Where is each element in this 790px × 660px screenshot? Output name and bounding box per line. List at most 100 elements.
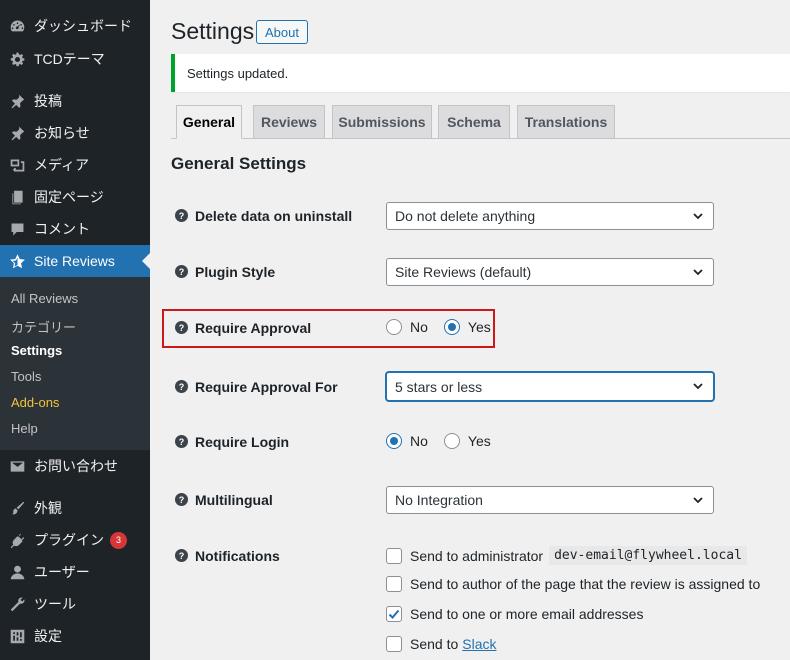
sidebar-item-tools[interactable]: ツール	[0, 588, 150, 620]
sidebar-item-label: ユーザー	[34, 564, 90, 580]
main-content: Settings About Settings updated. General…	[150, 0, 790, 660]
mail-icon	[8, 457, 26, 475]
gear-icon	[8, 50, 26, 68]
admin-sidebar: ダッシュボード TCDテーマ 投稿 お知らせ メディア 固定ページ コメント S…	[0, 0, 150, 660]
select-value: Site Reviews (default)	[395, 264, 532, 280]
setting-label: Multilingual	[195, 492, 273, 508]
help-icon[interactable]: ?	[175, 549, 188, 562]
require-login-radios: No Yes	[386, 433, 507, 449]
checkbox-label: Send to administrator	[410, 547, 544, 564]
radio-label: No	[410, 433, 428, 449]
sidebar-item-label: 設定	[34, 628, 62, 644]
slack-link[interactable]: Slack	[462, 636, 496, 652]
sidebar-item-label: 外観	[34, 500, 62, 516]
require-login-no-radio[interactable]	[386, 433, 402, 449]
comment-icon	[8, 220, 26, 238]
require-approval-radios: No Yes	[386, 319, 507, 335]
sidebar-item-plugins[interactable]: プラグイン 3	[0, 524, 150, 556]
sidebar-item-label: コメント	[34, 221, 90, 237]
site-reviews-submenu: All Reviews カテゴリー Settings Tools Add-ons…	[0, 277, 150, 450]
sidebar-item-media[interactable]: メディア	[0, 149, 150, 181]
pin-icon	[8, 92, 26, 110]
settings-icon	[8, 627, 26, 645]
settings-tabs: General Reviews Submissions Schema Trans…	[171, 105, 790, 139]
submenu-tools[interactable]: Tools	[11, 369, 41, 384]
notify-admin-checkbox[interactable]	[386, 547, 402, 564]
sidebar-item-label: ツール	[34, 596, 76, 612]
about-button[interactable]: About	[256, 20, 308, 44]
notify-author-checkbox[interactable]	[386, 576, 402, 592]
checkbox-label: Send to one or more email addresses	[410, 606, 644, 622]
sidebar-item-tcd-theme[interactable]: TCDテーマ	[0, 43, 150, 75]
tab-reviews[interactable]: Reviews	[253, 105, 325, 139]
setting-label: Require Approval For	[195, 379, 338, 395]
submenu-add-ons[interactable]: Add-ons	[11, 395, 59, 410]
submenu-help[interactable]: Help	[11, 421, 38, 436]
chevron-down-icon	[693, 497, 703, 504]
select-value: 5 stars or less	[395, 378, 483, 395]
help-icon[interactable]: ?	[175, 435, 188, 448]
chevron-down-icon	[693, 383, 703, 390]
plugin-icon	[8, 531, 26, 549]
help-icon[interactable]: ?	[175, 209, 188, 222]
sidebar-item-site-reviews[interactable]: Site Reviews	[0, 245, 150, 277]
submenu-settings[interactable]: Settings	[11, 343, 62, 358]
require-approval-for-select[interactable]: 5 stars or less	[386, 372, 714, 401]
section-title: General Settings	[171, 154, 307, 173]
delete-data-select[interactable]: Do not delete anything	[386, 202, 714, 230]
media-icon	[8, 156, 26, 174]
select-value: Do not delete anything	[395, 208, 536, 224]
settings-updated-notice: Settings updated.	[171, 54, 790, 92]
notify-slack-checkbox[interactable]	[386, 636, 402, 652]
dashboard-icon	[8, 17, 26, 35]
setting-label: Delete data on uninstall	[195, 208, 353, 224]
tab-translations[interactable]: Translations	[517, 105, 615, 139]
page-icon	[8, 188, 26, 206]
notify-emails-checkbox[interactable]	[386, 606, 402, 622]
sidebar-item-label: Site Reviews	[34, 253, 115, 269]
star-icon	[8, 252, 26, 270]
setting-label: Require Login	[195, 434, 290, 450]
sidebar-item-users[interactable]: ユーザー	[0, 556, 150, 588]
help-icon[interactable]: ?	[175, 321, 188, 334]
tab-schema[interactable]: Schema	[438, 105, 510, 139]
sidebar-item-label: 投稿	[34, 93, 62, 109]
sidebar-item-pages[interactable]: 固定ページ	[0, 181, 150, 213]
submenu-categories[interactable]: カテゴリー	[11, 317, 76, 336]
multilingual-select[interactable]: No Integration	[386, 486, 714, 514]
sidebar-item-posts[interactable]: 投稿	[0, 85, 150, 117]
sidebar-item-label: 固定ページ	[34, 189, 104, 205]
tab-general[interactable]: General	[176, 105, 242, 139]
help-icon[interactable]: ?	[175, 265, 188, 278]
sidebar-item-label: ダッシュボード	[34, 18, 132, 34]
require-approval-yes-radio[interactable]	[443, 319, 460, 335]
setting-label: Notifications	[195, 548, 280, 564]
sidebar-item-settings[interactable]: 設定	[0, 620, 150, 652]
sidebar-item-label: メディア	[34, 157, 90, 173]
radio-label: Yes	[467, 433, 491, 449]
help-icon[interactable]: ?	[175, 380, 188, 393]
notify-author-option: Send to author of the page that the revi…	[386, 576, 760, 592]
brush-icon	[8, 499, 26, 517]
notice-text: Settings updated.	[187, 65, 289, 81]
radio-label: Yes	[467, 319, 491, 335]
sidebar-item-label: プラグイン	[34, 532, 104, 548]
sidebar-item-comments[interactable]: コメント	[0, 213, 150, 245]
submenu-all-reviews[interactable]: All Reviews	[11, 291, 78, 306]
checkbox-label: Send to	[410, 636, 459, 652]
tab-submissions[interactable]: Submissions	[332, 105, 432, 139]
notify-slack-option: Send to Slack	[386, 636, 497, 652]
chevron-down-icon	[693, 269, 703, 276]
sidebar-item-label: お知らせ	[34, 125, 90, 141]
require-approval-no-radio[interactable]	[386, 319, 402, 335]
help-icon[interactable]: ?	[175, 493, 188, 506]
sidebar-item-dashboard[interactable]: ダッシュボード	[0, 10, 150, 42]
plugin-style-select[interactable]: Site Reviews (default)	[386, 258, 714, 286]
setting-delete-data: ? Delete data on uninstall Do not delete…	[171, 202, 790, 230]
sidebar-item-news[interactable]: お知らせ	[0, 117, 150, 149]
chevron-down-icon	[693, 213, 703, 220]
sidebar-item-contact[interactable]: お問い合わせ	[0, 450, 150, 482]
sidebar-item-appearance[interactable]: 外観	[0, 492, 150, 524]
require-login-yes-radio[interactable]	[443, 433, 460, 449]
user-icon	[8, 563, 26, 581]
